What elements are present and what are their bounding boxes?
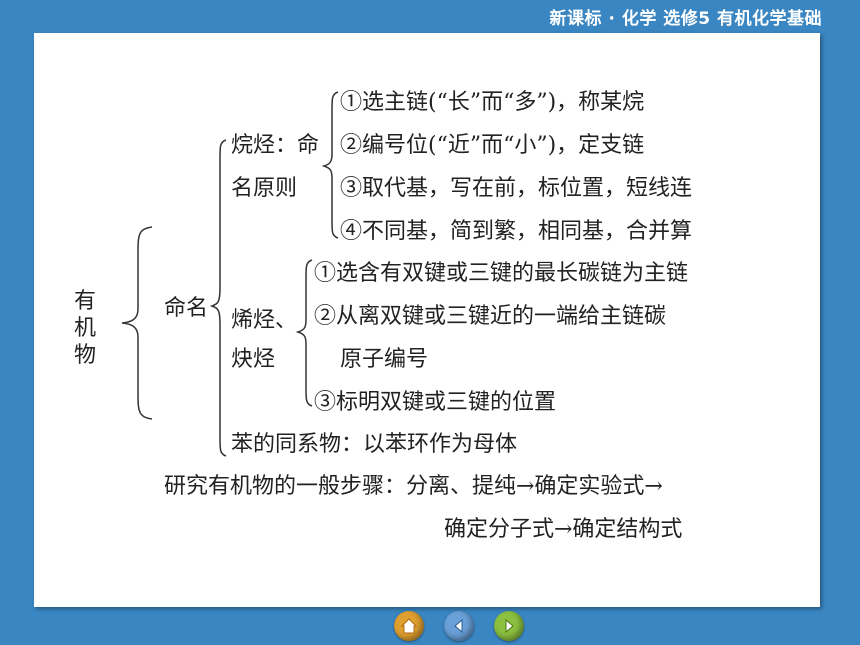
alkane-rule-3: ③取代基，写在前，标位置，短线连: [340, 176, 693, 201]
home-icon: [400, 618, 418, 634]
back-button[interactable]: [444, 611, 474, 641]
benzene-rule: 苯的同系物：以苯环作为母体: [231, 432, 518, 457]
root-char-3: 物: [74, 343, 97, 368]
next-icon: [505, 618, 514, 634]
alkene-label-line1: 烯烃、: [231, 308, 298, 333]
alkane-rule-1: ①选主链(“长”而“多”)，称某烷: [340, 90, 645, 115]
next-button[interactable]: [494, 611, 524, 641]
root-char-1: 有: [74, 289, 97, 314]
alkene-brace: [295, 259, 313, 407]
bottom-nav: [394, 611, 524, 641]
naming-label: 命名: [164, 296, 209, 321]
alkene-rule-3: ③标明双键或三键的位置: [314, 390, 557, 415]
header-title: 新课标 · 化学 选修5 有机化学基础: [549, 9, 822, 29]
alkene-rule-1: ①选含有双键或三键的最长碳链为主链: [314, 261, 689, 286]
alkene-label-line2: 炔烃: [231, 347, 276, 372]
steps-line-2: 确定分子式→确定结构式: [444, 517, 683, 542]
content-panel: 有 机 物 命名 烷烃：命 名原则 ①选主链(“长”而“多”)，称某烷 ②编号位…: [34, 33, 820, 607]
steps-line-1: 研究有机物的一般步骤：分离、提纯→确定实验式→: [164, 474, 663, 499]
root-char-2: 机: [74, 316, 97, 341]
alkane-rule-4: ④不同基，简到繁，相同基，合并算: [340, 219, 693, 244]
naming-brace: [209, 139, 227, 457]
alkane-brace: [321, 91, 339, 239]
back-icon: [454, 618, 463, 634]
alkane-label-line1: 烷烃：命: [231, 133, 320, 158]
home-button[interactable]: [394, 611, 424, 641]
root-brace: [121, 226, 153, 420]
alkane-label-line2: 名原则: [231, 176, 298, 201]
alkene-rule-2: ②从离双键或三键近的一端给主链碳: [314, 304, 667, 329]
alkane-rule-2: ②编号位(“近”而“小”)，定支链: [340, 133, 645, 158]
alkene-rule-2-cont: 原子编号: [340, 347, 429, 372]
